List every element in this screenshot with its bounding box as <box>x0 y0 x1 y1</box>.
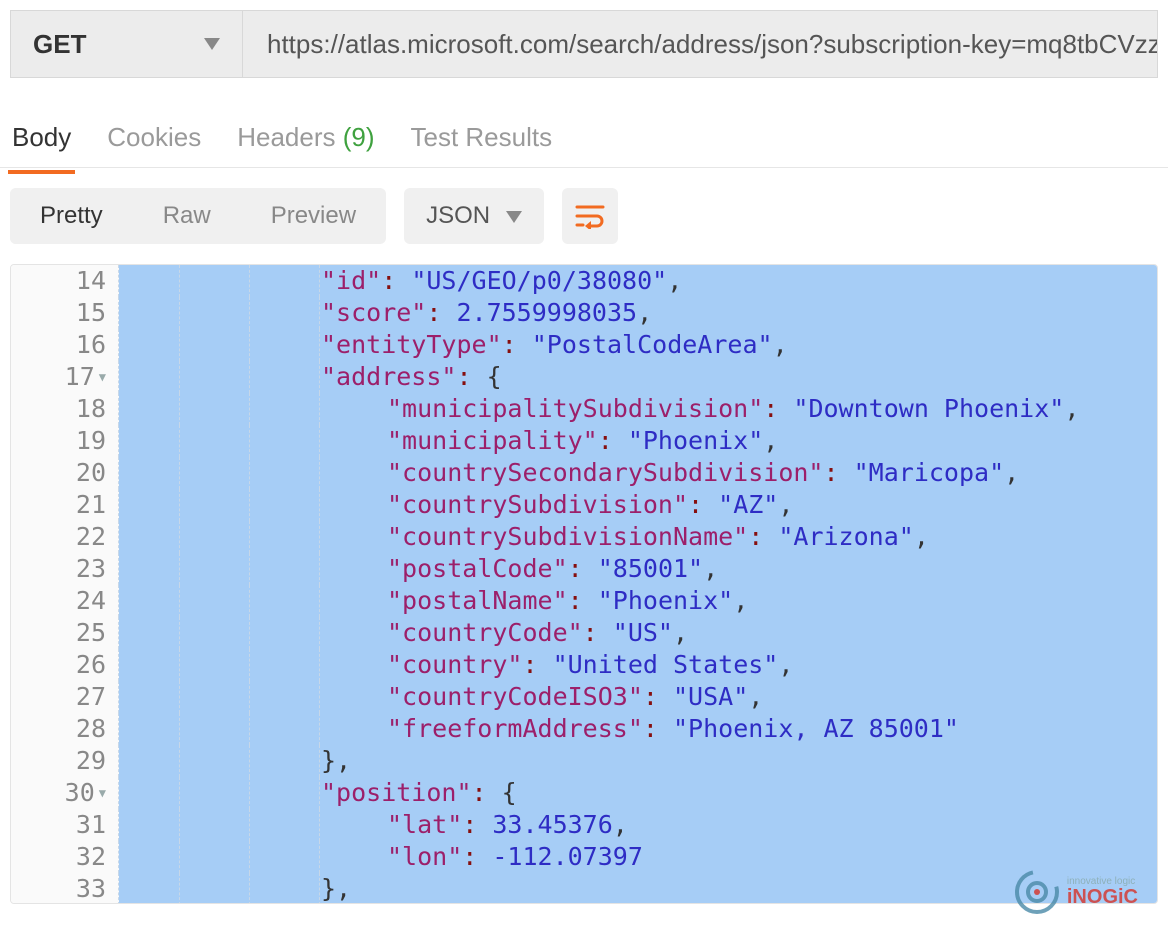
line-number: 32 <box>11 841 119 873</box>
code-line: 21"countrySubdivision": "AZ", <box>11 489 1157 521</box>
code-line: 25"countryCode": "US", <box>11 617 1157 649</box>
code-line: 24"postalName": "Phoenix", <box>11 585 1157 617</box>
watermark-logo: innovative logic iNOGiC <box>1013 868 1138 916</box>
line-number: 25 <box>11 617 119 649</box>
code-content: "countrySubdivisionName": "Arizona", <box>119 521 1157 553</box>
view-mode-segmented: Pretty Raw Preview <box>10 188 386 244</box>
wrap-lines-button[interactable] <box>562 188 618 244</box>
view-preview-button[interactable]: Preview <box>241 188 386 244</box>
line-number: 15 <box>11 297 119 329</box>
line-number: 21 <box>11 489 119 521</box>
line-number: 29 <box>11 745 119 777</box>
code-content: "freeformAddress": "Phoenix, AZ 85001" <box>119 713 1157 745</box>
logo-icon <box>1013 868 1061 916</box>
tab-headers[interactable]: Headers (9) <box>233 112 378 163</box>
code-line: 26"country": "United States", <box>11 649 1157 681</box>
code-line: 22"countrySubdivisionName": "Arizona", <box>11 521 1157 553</box>
code-content: "postalCode": "85001", <box>119 553 1157 585</box>
format-value: JSON <box>426 202 490 230</box>
fold-toggle-icon[interactable]: ▼ <box>99 361 106 393</box>
code-content: "lon": -112.07397 <box>119 841 1157 873</box>
request-bar: GET https://atlas.microsoft.com/search/a… <box>0 0 1168 88</box>
code-line: 18"municipalitySubdivision": "Downtown P… <box>11 393 1157 425</box>
tab-body[interactable]: Body <box>8 112 75 163</box>
code-content: "countrySecondarySubdivision": "Maricopa… <box>119 457 1157 489</box>
line-number: 19 <box>11 425 119 457</box>
code-line: 30▼"position": { <box>11 777 1157 809</box>
code-content: "position": { <box>119 777 1157 809</box>
code-content: }, <box>119 873 1157 904</box>
code-line: 29}, <box>11 745 1157 777</box>
headers-count: (9) <box>343 122 375 152</box>
code-content: }, <box>119 745 1157 777</box>
code-line: 31"lat": 33.45376, <box>11 809 1157 841</box>
code-line: 28"freeformAddress": "Phoenix, AZ 85001" <box>11 713 1157 745</box>
line-number: 27 <box>11 681 119 713</box>
code-line: 15"score": 2.7559998035, <box>11 297 1157 329</box>
code-line: 32"lon": -112.07397 <box>11 841 1157 873</box>
line-number: 24 <box>11 585 119 617</box>
tab-test-results[interactable]: Test Results <box>407 112 557 163</box>
code-line: 19"municipality": "Phoenix", <box>11 425 1157 457</box>
code-line: 27"countryCodeISO3": "USA", <box>11 681 1157 713</box>
chevron-down-icon <box>204 34 220 55</box>
format-select[interactable]: JSON <box>404 188 544 244</box>
code-content: "address": { <box>119 361 1157 393</box>
view-pretty-button[interactable]: Pretty <box>10 188 133 244</box>
code-line: 20"countrySecondarySubdivision": "Marico… <box>11 457 1157 489</box>
code-content: "countryCodeISO3": "USA", <box>119 681 1157 713</box>
code-content: "municipality": "Phoenix", <box>119 425 1157 457</box>
code-line: 14"id": "US/GEO/p0/38080", <box>11 265 1157 297</box>
url-value: https://atlas.microsoft.com/search/addre… <box>267 29 1158 60</box>
wrap-icon <box>575 203 605 229</box>
code-content: "entityType": "PostalCodeArea", <box>119 329 1157 361</box>
view-raw-button[interactable]: Raw <box>133 188 241 244</box>
line-number: 33 <box>11 873 119 904</box>
http-method-select[interactable]: GET <box>10 10 242 78</box>
code-line: 33}, <box>11 873 1157 904</box>
line-number: 22 <box>11 521 119 553</box>
line-number: 17▼ <box>11 361 119 393</box>
line-number: 28 <box>11 713 119 745</box>
code-line: 23"postalCode": "85001", <box>11 553 1157 585</box>
code-content: "municipalitySubdivision": "Downtown Pho… <box>119 393 1157 425</box>
line-number: 23 <box>11 553 119 585</box>
line-number: 18 <box>11 393 119 425</box>
code-content: "id": "US/GEO/p0/38080", <box>119 265 1157 297</box>
chevron-down-icon <box>506 202 522 230</box>
code-content: "countrySubdivision": "AZ", <box>119 489 1157 521</box>
line-number: 30▼ <box>11 777 119 809</box>
body-toolbar: Pretty Raw Preview JSON <box>0 168 1168 264</box>
code-content: "postalName": "Phoenix", <box>119 585 1157 617</box>
code-content: "country": "United States", <box>119 649 1157 681</box>
code-content: "lat": 33.45376, <box>119 809 1157 841</box>
code-content: "countryCode": "US", <box>119 617 1157 649</box>
watermark-brand-pre: iN <box>1067 886 1087 908</box>
line-number: 14 <box>11 265 119 297</box>
line-number: 26 <box>11 649 119 681</box>
response-tabs: Body Cookies Headers (9) Test Results <box>0 108 1168 168</box>
line-number: 16 <box>11 329 119 361</box>
code-line: 16"entityType": "PostalCodeArea", <box>11 329 1157 361</box>
code-line: 17▼"address": { <box>11 361 1157 393</box>
watermark-brand-mid: O <box>1087 886 1103 908</box>
fold-toggle-icon[interactable]: ▼ <box>99 777 106 809</box>
response-body[interactable]: 14"id": "US/GEO/p0/38080",15"score": 2.7… <box>10 264 1158 904</box>
line-number: 31 <box>11 809 119 841</box>
tab-headers-label: Headers <box>237 122 335 152</box>
line-number: 20 <box>11 457 119 489</box>
http-method-value: GET <box>33 29 86 60</box>
code-content: "score": 2.7559998035, <box>119 297 1157 329</box>
tab-cookies[interactable]: Cookies <box>103 112 205 163</box>
watermark-brand-post: GiC <box>1102 886 1138 908</box>
url-input[interactable]: https://atlas.microsoft.com/search/addre… <box>242 10 1158 78</box>
